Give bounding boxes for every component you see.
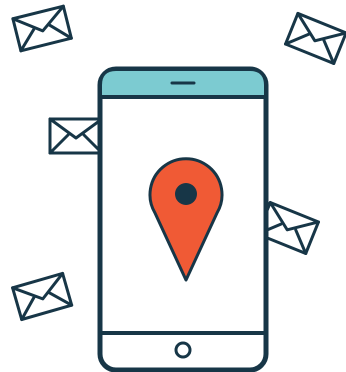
home-button-icon (174, 341, 192, 359)
illustration-svg (11, 4, 346, 372)
envelope-icon (11, 271, 74, 322)
envelope-icon (11, 4, 73, 53)
envelope-icon (48, 117, 104, 155)
illustration-canvas (0, 0, 346, 372)
pin-center-dot (175, 183, 197, 205)
envelope-icon (284, 11, 346, 66)
